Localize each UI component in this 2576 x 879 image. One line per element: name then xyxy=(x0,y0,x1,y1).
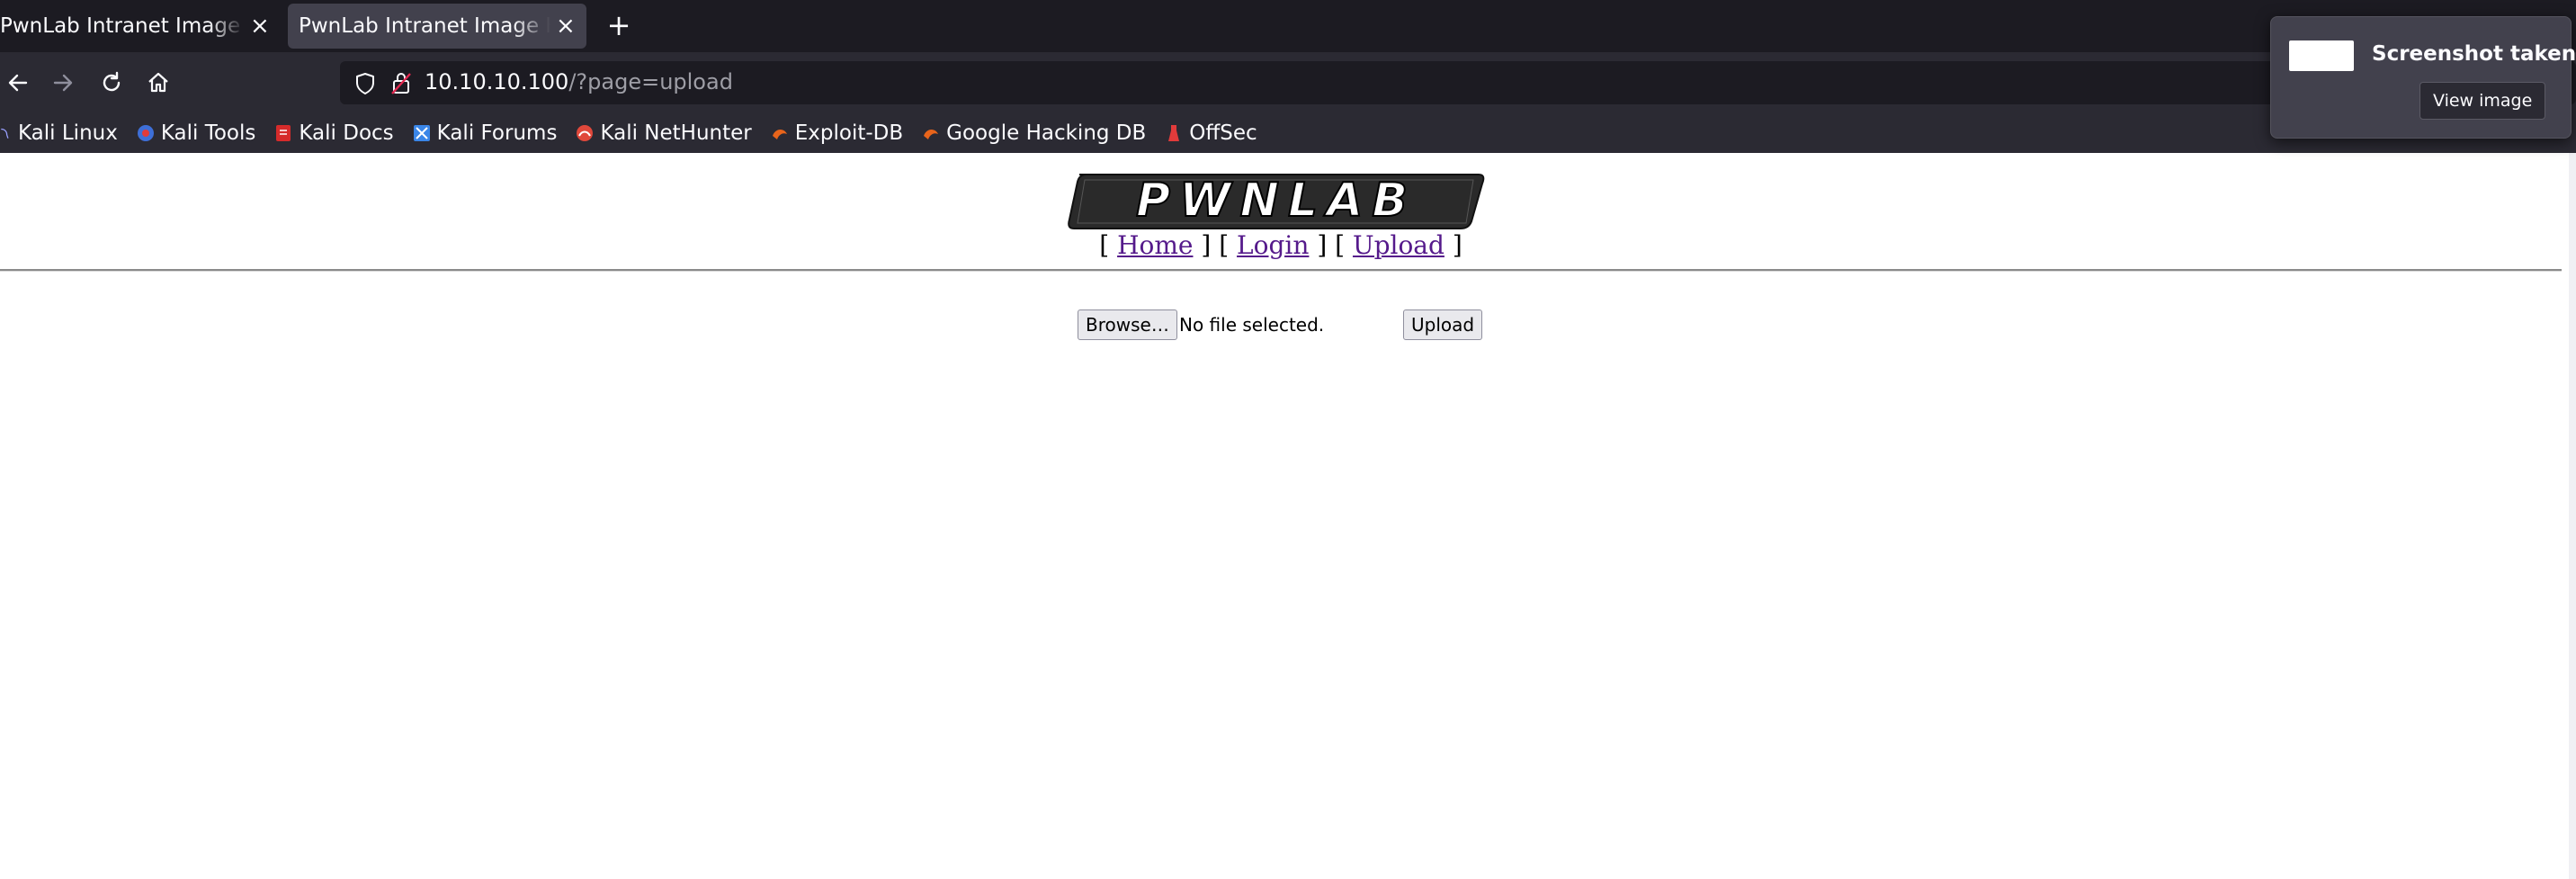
bookmark-label: Kali Forums xyxy=(436,121,558,145)
reload-icon xyxy=(103,71,121,92)
bookmark-label: Kali Linux xyxy=(18,121,118,145)
back-button[interactable] xyxy=(0,65,36,101)
forward-arrow-icon xyxy=(53,74,73,92)
url-text[interactable]: 10.10.10.100/?page=upload xyxy=(425,69,733,94)
offsec-icon xyxy=(1168,125,1180,141)
tab-title: PwnLab Intranet Image Hosting xyxy=(0,14,245,38)
back-arrow-icon xyxy=(8,74,28,92)
address-bar[interactable]: 10.10.10.100/?page=upload xyxy=(340,61,2576,104)
bookmark-offsec[interactable]: OffSec xyxy=(1164,121,1257,145)
tab-title: PwnLab Intranet Image Hosting xyxy=(299,14,550,38)
tab-pwnlab-2-active[interactable]: PwnLab Intranet Image Hosting × xyxy=(288,4,586,49)
bookmark-label: Kali Tools xyxy=(160,121,256,145)
bracket-open: [ xyxy=(1099,230,1110,260)
kali-docs-icon xyxy=(276,125,291,141)
kali-tools-icon xyxy=(137,125,154,141)
nav-link-upload[interactable]: Upload xyxy=(1353,230,1445,260)
reload-button[interactable] xyxy=(94,65,130,101)
bookmark-kali-forums[interactable]: Kali Forums xyxy=(412,121,558,145)
divider xyxy=(0,269,2562,272)
bookmark-label: Kali NetHunter xyxy=(600,121,752,145)
screenshot-thumbnail[interactable] xyxy=(2289,40,2354,71)
nav-link-login[interactable]: Login xyxy=(1237,230,1309,260)
url-path: /?page=upload xyxy=(568,69,733,94)
bookmark-label: Kali Docs xyxy=(299,121,394,145)
site-nav: [ Home ] [ Login ] [ Upload ] xyxy=(0,230,2562,260)
home-button[interactable] xyxy=(140,65,176,101)
nethunter-icon xyxy=(577,125,594,141)
bookmarks-toolbar: Kali Linux Kali Tools Kali Docs Kali For… xyxy=(0,113,2576,153)
view-image-button[interactable]: View image xyxy=(2419,82,2546,120)
insecure-lock-icon[interactable] xyxy=(390,70,412,95)
notification-title: Screenshot taken xyxy=(2372,42,2576,66)
exploit-db-icon xyxy=(772,129,787,139)
file-status-text: No file selected. xyxy=(1179,314,1325,336)
url-host: 10.10.10.100 xyxy=(425,69,569,94)
navigation-toolbar: 10.10.10.100/?page=upload xyxy=(0,52,2576,113)
bookmark-kali-tools[interactable]: Kali Tools xyxy=(136,121,256,145)
tab-close-icon[interactable]: × xyxy=(556,13,576,40)
nav-link-home[interactable]: Home xyxy=(1117,230,1193,260)
bookmark-google-hacking-db[interactable]: Google Hacking DB xyxy=(921,121,1146,145)
forward-button[interactable] xyxy=(45,65,81,101)
bookmark-kali-docs[interactable]: Kali Docs xyxy=(273,121,394,145)
ghdb-icon xyxy=(924,129,939,139)
bookmark-kali-linux[interactable]: Kali Linux xyxy=(0,121,118,145)
upload-button[interactable]: Upload xyxy=(1403,309,1483,340)
home-icon xyxy=(148,72,168,93)
scrollbar-track[interactable] xyxy=(2569,153,2576,879)
bookmark-exploit-db[interactable]: Exploit-DB xyxy=(770,121,903,145)
bookmark-label: Google Hacking DB xyxy=(946,121,1147,145)
bookmark-kali-nethunter[interactable]: Kali NetHunter xyxy=(575,121,752,145)
bracket-separator: ] [ xyxy=(1317,230,1346,260)
kali-dragon-icon xyxy=(1,128,9,139)
kali-forums-icon xyxy=(413,125,430,141)
tracking-protection-shield-icon[interactable] xyxy=(354,72,376,95)
bookmark-label: OffSec xyxy=(1189,121,1257,145)
browse-file-button[interactable]: Browse… xyxy=(1078,309,1177,340)
bracket-separator: ] [ xyxy=(1201,230,1230,260)
logo-text: PWNLAB xyxy=(1136,174,1417,228)
tab-close-icon[interactable]: × xyxy=(250,13,270,40)
screenshot-notification: Screenshot taken View image xyxy=(2270,16,2576,139)
page-content: PWNLAB [ Home ] [ Login ] [ Upload ] Bro… xyxy=(0,153,2576,879)
tab-strip: PwnLab Intranet Image Hosting × PwnLab I… xyxy=(0,0,2576,52)
bracket-close: ] xyxy=(1452,230,1462,260)
new-tab-button[interactable]: + xyxy=(601,7,637,43)
bookmark-label: Exploit-DB xyxy=(794,121,904,145)
pwnlab-logo: PWNLAB xyxy=(1068,173,1485,229)
tab-pwnlab-1[interactable]: PwnLab Intranet Image Hosting × xyxy=(0,4,279,49)
